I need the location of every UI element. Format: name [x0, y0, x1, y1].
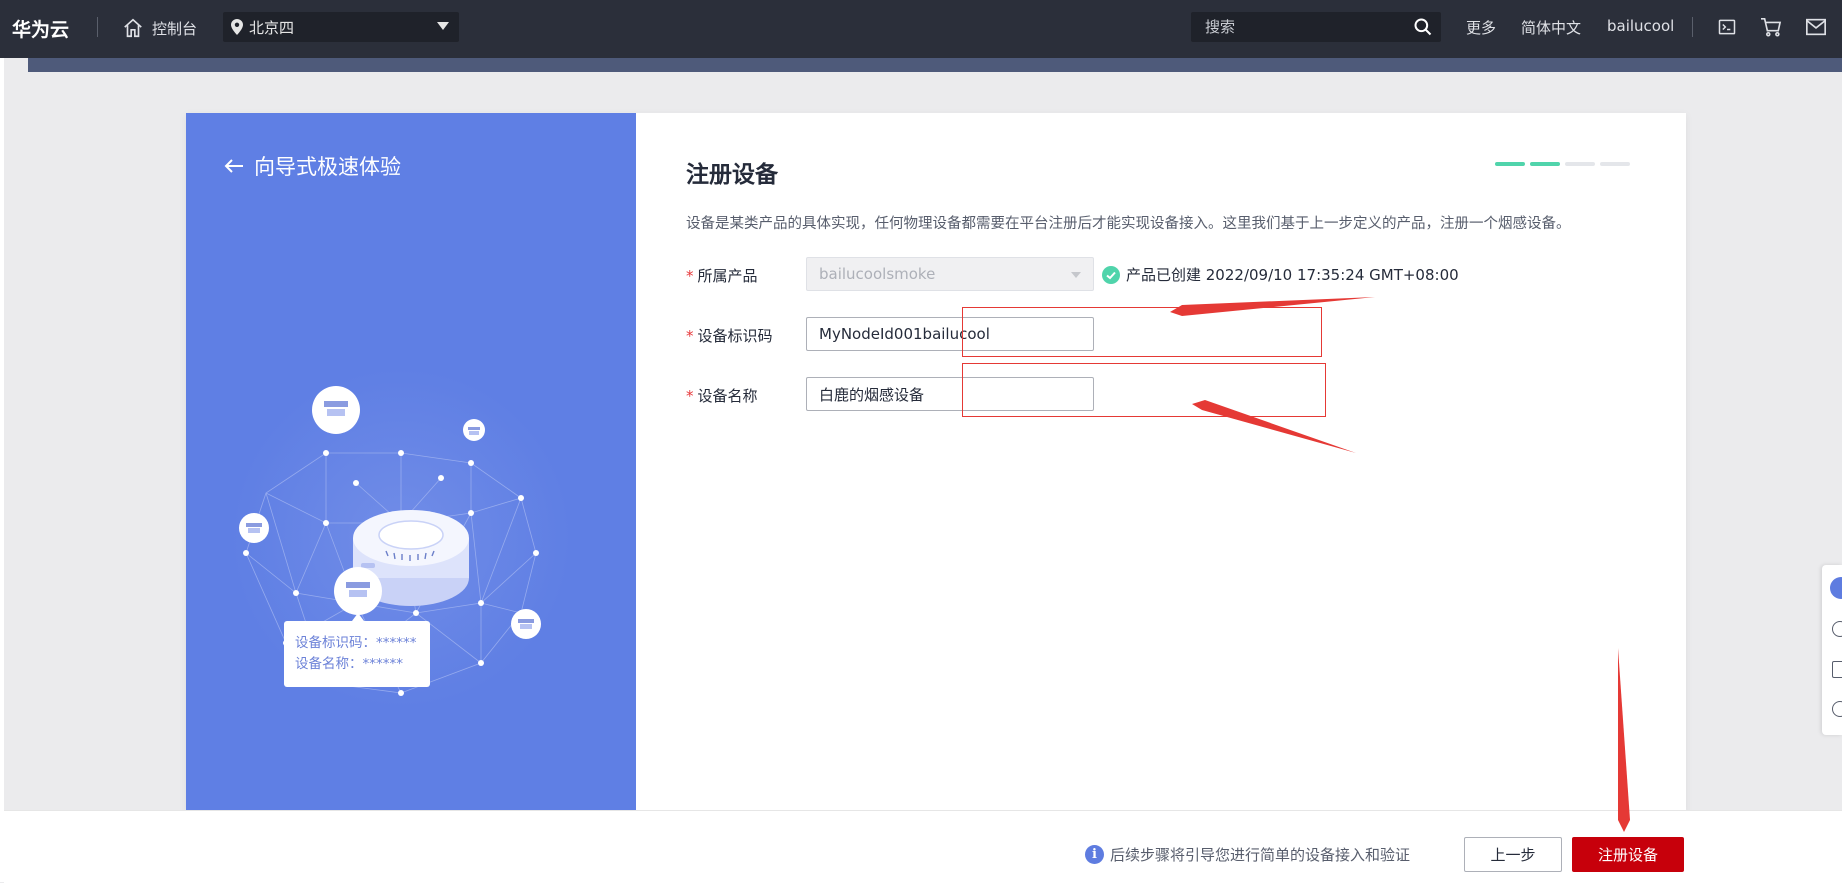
product-row: * 所属产品 bailucoolsmoke 产品已创建 2022/09/10 17…: [686, 257, 1486, 293]
cart-icon[interactable]: [1760, 17, 1782, 37]
brand-logo[interactable]: 华为云: [12, 15, 69, 42]
document-icon[interactable]: [1832, 661, 1842, 678]
wizard-side-panel: 向导式极速体验 设备标识码：****** 设备名称：******: [186, 113, 636, 813]
search-box: [1191, 12, 1441, 42]
chevron-down-icon: [1071, 272, 1081, 278]
product-select: bailucoolsmoke: [806, 257, 1094, 291]
required-mark: *: [686, 267, 694, 285]
arrow-left-icon: [224, 159, 243, 173]
mail-icon[interactable]: [1805, 17, 1827, 37]
search-icon[interactable]: [1413, 17, 1433, 37]
clock-icon[interactable]: [1832, 621, 1842, 637]
footer-tip-text: 后续步骤将引导您进行简单的设备接入和验证: [1110, 846, 1411, 864]
footer-tip: i 后续步骤将引导您进行简单的设备接入和验证: [1085, 844, 1410, 865]
step-indicator: [1495, 162, 1630, 166]
location-pin-icon: [231, 19, 243, 35]
step-3: [1565, 162, 1595, 166]
node-id-label: * 设备标识码: [686, 327, 773, 345]
more-menu[interactable]: 更多: [1466, 17, 1496, 38]
device-name-label: * 设备名称: [686, 387, 758, 405]
console-label: 控制台: [152, 19, 198, 38]
user-menu[interactable]: bailucool: [1607, 17, 1674, 35]
previous-step-button[interactable]: 上一步: [1464, 837, 1562, 872]
back-link[interactable]: 向导式极速体验: [224, 151, 401, 181]
product-created-status: 产品已创建 2022/09/10 17:35:24 GMT+08:00: [1102, 264, 1459, 285]
divider: [97, 17, 98, 37]
step-4: [1600, 162, 1630, 166]
terminal-icon[interactable]: [1717, 17, 1737, 37]
product-created-text: 产品已创建 2022/09/10 17:35:24 GMT+08:00: [1126, 266, 1459, 284]
product-value: bailucoolsmoke: [819, 265, 936, 283]
required-mark: *: [686, 387, 694, 405]
form-description: 设备是某类产品的具体实现，任何物理设备都需要在平台注册后才能实现设备接入。这里我…: [686, 216, 1571, 232]
check-circle-icon: [1102, 265, 1120, 284]
annotation-box: [962, 307, 1322, 357]
back-link-label: 向导式极速体验: [254, 155, 401, 179]
assistant-icon[interactable]: [1830, 577, 1842, 599]
required-mark: *: [686, 327, 694, 345]
chevron-down-icon: [437, 22, 449, 30]
region-select[interactable]: 北京四: [223, 12, 459, 42]
divider: [1692, 17, 1693, 37]
card-node-id-text: 设备标识码：******: [295, 634, 417, 651]
floating-toolbar: [1822, 565, 1842, 735]
wizard-footer: [4, 810, 1842, 883]
annotation-box: [962, 363, 1326, 417]
register-device-button[interactable]: 注册设备: [1572, 837, 1684, 872]
info-icon: i: [1085, 845, 1104, 864]
top-navigation-bar: 华为云 控制台 北京四 更多 简体中文 bailucool: [0, 0, 1842, 58]
card-device-name-text: 设备名称：******: [295, 655, 403, 672]
feedback-icon[interactable]: [1832, 701, 1842, 717]
sub-header-bar: [28, 58, 1842, 72]
region-value: 北京四: [249, 18, 295, 37]
product-label: * 所属产品: [686, 267, 758, 285]
home-icon: [124, 18, 142, 38]
left-edge: [0, 58, 4, 882]
language-switch[interactable]: 简体中文: [1521, 17, 1581, 38]
wizard-card: 向导式极速体验 设备标识码：****** 设备名称：****** 注册设备 设备…: [186, 113, 1686, 813]
search-input[interactable]: [1203, 17, 1403, 37]
step-1: [1495, 162, 1525, 166]
smoke-detector-network-illustration: 设备标识码：****** 设备名称：******: [231, 368, 571, 708]
form-panel: 注册设备 设备是某类产品的具体实现，任何物理设备都需要在平台注册后才能实现设备接…: [636, 113, 1686, 813]
console-link[interactable]: 控制台: [122, 16, 197, 40]
page-title: 注册设备: [686, 162, 778, 188]
step-2: [1530, 162, 1560, 166]
